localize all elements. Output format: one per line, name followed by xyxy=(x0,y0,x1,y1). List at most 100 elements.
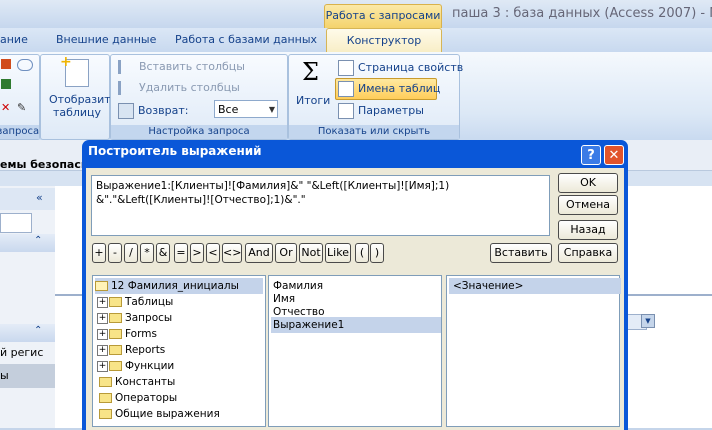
folder-icon xyxy=(109,361,122,371)
tab-database-tools[interactable]: Работа с базами данных xyxy=(175,33,317,46)
delete-columns-button[interactable]: Удалить столбцы xyxy=(118,81,240,95)
op-greater-button[interactable]: > xyxy=(190,243,204,263)
tree-item-common-expressions[interactable]: Общие выражения xyxy=(99,406,220,422)
tree-item-label: Общие выражения xyxy=(115,408,220,420)
tree-item-tables[interactable]: + Таблицы xyxy=(97,294,173,310)
insert-columns-icon xyxy=(118,60,135,74)
window-title: паша 3 : база данных (Access 2007) - Mic… xyxy=(452,6,712,21)
show-table-icon[interactable]: + xyxy=(60,54,89,87)
parameters-icon xyxy=(338,103,354,119)
tree-item-label: Запросы xyxy=(125,312,173,324)
nav-group-header[interactable]: ⌃ xyxy=(0,234,55,252)
folder-icon xyxy=(109,345,122,355)
expand-icon[interactable]: + xyxy=(97,296,108,308)
op-equals-button[interactable]: = xyxy=(174,243,188,263)
return-label-text: Возврат: xyxy=(138,104,189,117)
op-lparen-button[interactable]: ( xyxy=(355,243,369,263)
object-tree: 12 Фамилия_инициалы + Таблицы + Запросы + F… xyxy=(92,275,266,427)
append-icon[interactable] xyxy=(1,79,11,89)
show-table-button[interactable]: Отобразить таблицу xyxy=(49,93,117,119)
op-or-button[interactable]: Or xyxy=(275,243,297,263)
group-label-show-hide: Показать или скрыть xyxy=(289,125,459,139)
totals-button[interactable]: Итоги xyxy=(296,94,330,107)
help-icon[interactable]: ? xyxy=(581,145,601,165)
navigation-pane: « ⌃ ⌃ й регис ы xyxy=(0,186,56,428)
tab-create[interactable]: ание xyxy=(0,33,28,46)
nav-search-input[interactable] xyxy=(0,213,32,233)
tree-item-operators[interactable]: Операторы xyxy=(99,390,177,406)
expression-line-2: &"."&Left([Клиенты]![Отчество];1)&"." xyxy=(96,194,306,206)
folder-icon xyxy=(99,393,112,403)
nav-item-selected[interactable]: ы xyxy=(0,364,55,388)
tree-item-queries[interactable]: + Запросы xyxy=(97,310,172,326)
expression-line-1: Выражение1:[Клиенты]![Фамилия]&" "&Left(… xyxy=(96,180,450,192)
op-multiply-button[interactable]: * xyxy=(140,243,154,263)
property-sheet-label: Страница свойств xyxy=(358,61,464,74)
ribbon-group-results: + Отобразить таблицу xyxy=(40,54,117,140)
open-folder-icon xyxy=(95,281,108,291)
op-less-button[interactable]: < xyxy=(206,243,220,263)
pass-through-icon[interactable]: ✎ xyxy=(17,101,26,114)
tree-item-constants[interactable]: Константы xyxy=(99,374,175,390)
expand-icon[interactable]: + xyxy=(97,344,108,356)
make-table-icon[interactable] xyxy=(1,59,11,69)
ribbon-group-query-type: запроса ✕ ✎ xyxy=(0,54,40,140)
paste-button[interactable]: Вставить xyxy=(490,243,552,263)
op-not-button[interactable]: Not xyxy=(299,243,323,263)
union-icon[interactable] xyxy=(17,59,33,71)
property-sheet-icon xyxy=(338,60,354,76)
property-sheet-button[interactable]: Страница свойств xyxy=(338,60,463,76)
nav-item[interactable]: й регис xyxy=(0,346,43,359)
op-rparen-button[interactable]: ) xyxy=(370,243,384,263)
parameters-button[interactable]: Параметры xyxy=(338,103,424,119)
chevron-down-icon[interactable]: ▼ xyxy=(641,314,655,328)
folder-icon xyxy=(99,377,112,387)
values-list: <Значение> xyxy=(446,275,621,427)
ok-button[interactable]: OK xyxy=(558,173,618,193)
tree-item-label: Функции xyxy=(125,360,175,372)
op-like-button[interactable]: Like xyxy=(325,243,351,263)
tab-design[interactable]: Конструктор xyxy=(326,28,442,55)
nav-group-header-2[interactable]: ⌃ xyxy=(0,324,55,342)
value-item[interactable]: <Значение> xyxy=(449,278,621,294)
tree-item-functions[interactable]: + Функции xyxy=(97,358,174,374)
totals-sigma-icon[interactable]: Σ xyxy=(302,58,319,86)
table-names-label: Имена таблиц xyxy=(358,82,441,95)
op-and-button[interactable]: And xyxy=(245,243,273,263)
delete-query-icon[interactable]: ✕ xyxy=(1,101,10,114)
tree-item-label: Таблицы xyxy=(125,296,174,308)
return-select-value: Все xyxy=(218,103,239,116)
folder-icon xyxy=(109,297,122,307)
context-tab-query-tools[interactable]: Работа с запросами xyxy=(324,4,442,29)
expand-icon[interactable]: + xyxy=(97,312,108,324)
chevron-collapse-icon[interactable]: « xyxy=(36,191,43,204)
expand-icon[interactable]: + xyxy=(97,328,108,340)
tree-item-label: 12 Фамилия_инициалы xyxy=(111,280,239,292)
cancel-button[interactable]: Отмена xyxy=(558,195,618,215)
op-plus-button[interactable]: + xyxy=(92,243,106,263)
help-button[interactable]: Справка xyxy=(558,243,618,263)
delete-columns-label: Удалить столбцы xyxy=(139,81,240,94)
tree-item-forms[interactable]: + Forms xyxy=(97,326,157,342)
expand-icon[interactable]: + xyxy=(97,360,108,372)
tree-item-reports[interactable]: + Reports xyxy=(97,342,165,358)
field-item-selected[interactable]: Выражение1 xyxy=(271,317,441,333)
return-select[interactable]: Все ▼ xyxy=(214,100,278,118)
fields-list: Фамилия Имя Отчество Выражение1 xyxy=(268,275,442,427)
op-minus-button[interactable]: - xyxy=(108,243,122,263)
tree-item-query[interactable]: 12 Фамилия_инициалы xyxy=(95,278,263,294)
group-label-query-setup: Настройка запроса xyxy=(111,125,287,139)
op-divide-button[interactable]: / xyxy=(124,243,138,263)
close-icon[interactable]: ✕ xyxy=(604,145,624,165)
table-names-button[interactable]: Имена таблиц xyxy=(338,81,440,97)
back-button[interactable]: Назад xyxy=(558,220,618,240)
tab-external-data[interactable]: Внешние данные xyxy=(56,33,156,46)
expression-input[interactable]: Выражение1:[Клиенты]![Фамилия]&" "&Left(… xyxy=(91,175,550,236)
op-notequal-button[interactable]: <> xyxy=(222,243,242,263)
dialog-title: Построитель выражений xyxy=(88,144,262,158)
folder-icon xyxy=(99,409,112,419)
op-concat-button[interactable]: & xyxy=(156,243,170,263)
delete-columns-icon xyxy=(118,81,135,95)
table-names-icon xyxy=(338,81,354,97)
insert-columns-button[interactable]: Вставить столбцы xyxy=(118,60,245,74)
